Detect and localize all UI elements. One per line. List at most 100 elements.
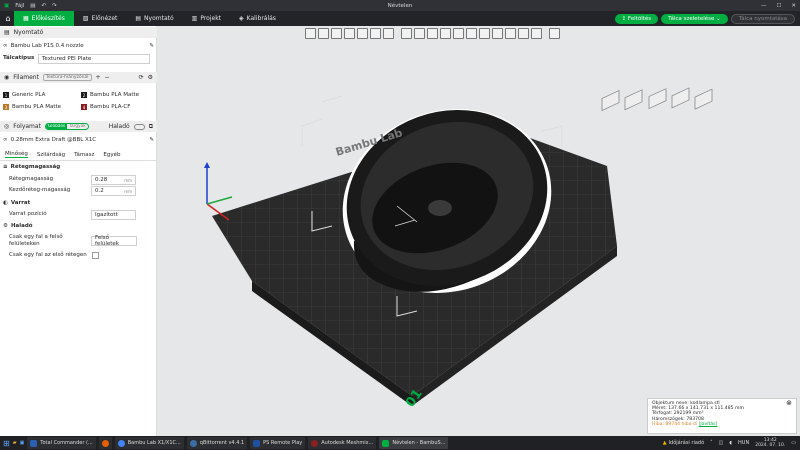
filament-color-swatch[interactable]: 3 [3, 104, 9, 110]
subtab-quality[interactable]: Minőség [5, 151, 28, 158]
taskbar-app[interactable]: PS Remote Play [250, 437, 306, 449]
close-icon[interactable]: ⊗ [786, 399, 792, 406]
first-layer-height-label: Kezdőréteg-magasság [9, 187, 71, 193]
layer-height-label: Rétegmagasság [9, 176, 54, 182]
explorer-icon[interactable]: ▣ [20, 440, 25, 446]
z-axis-arrow [204, 162, 210, 168]
add-filament-icon[interactable]: + [96, 74, 101, 81]
clock[interactable]: 13:42 2024. 07. 10. [755, 438, 785, 448]
minimize-button[interactable]: — [761, 3, 767, 9]
3d-viewport[interactable]: 01 Bambu Lab Objektum neve: kodlampa.stl… [157, 26, 800, 436]
print-plate-button[interactable]: Tálca nyomtatása [730, 13, 795, 24]
process-preset-select[interactable]: ∞ 0.28mm Extra Draft @BBL X1C ✎ [3, 137, 154, 143]
seam-icon: ◐ [3, 200, 8, 206]
tab-project[interactable]: ▥ Projekt [183, 11, 230, 26]
chain-icon: ∞ [3, 43, 8, 49]
subtab-other[interactable]: Egyéb [103, 152, 120, 158]
filament-item-3[interactable]: 3 Bambu PLA Matte [3, 104, 61, 110]
settings-gear-icon[interactable]: ⚙ [148, 74, 153, 81]
weather-alert[interactable]: ▲ Időjárási riadó [663, 440, 704, 446]
advanced-label: Haladó [108, 123, 130, 130]
advanced-icon: ⚙ [3, 223, 8, 229]
home-icon[interactable]: ⌂ [2, 13, 14, 25]
taskbar-app[interactable]: Bambu Lab X1/X1C... [114, 437, 184, 449]
filament-item-2[interactable]: 2 Bambu PLA Matte [81, 92, 139, 98]
y-axis [206, 196, 233, 205]
layer-height-input[interactable]: 0.28 mm [91, 175, 136, 185]
subtab-support[interactable]: Támasz [74, 152, 94, 158]
plate-type-select[interactable]: Textured PEI Plate [38, 54, 150, 64]
taskbar-app[interactable]: qBittorrent v4.4.1 [186, 437, 248, 449]
start-icon[interactable]: ⊞ [3, 439, 10, 448]
window-title: Névtelen [387, 2, 413, 9]
process-subtabs: Minőség Szilárdság Támasz Egyéb [5, 151, 120, 158]
printer-icon: ▤ [135, 15, 142, 22]
advanced-switch[interactable] [133, 123, 145, 130]
taskbar-app[interactable]: Autodesk Meshmix... [308, 437, 377, 449]
tab-printer[interactable]: ▤ Nyomtató [126, 11, 182, 26]
plate-lock-icon[interactable] [624, 89, 643, 111]
filament-section-header: ◉ Filament Textúra-hiányzónál + − ⟳ ⚙ [0, 72, 157, 83]
file-menu[interactable]: Fájl [15, 3, 24, 9]
layers-icon: ≡ [3, 164, 8, 170]
close-button[interactable]: ✕ [791, 3, 796, 9]
main-tab-bar: ⌂ ▦ Előkészítés ▧ Előnézet ▤ Nyomtató ▥ Proj… [0, 11, 800, 26]
filament-badge[interactable]: Textúra-hiányzónál [42, 74, 92, 81]
filament-item-1[interactable]: 1 Generic PLA [3, 92, 45, 98]
upload-button[interactable]: ⇪ Feltöltés [614, 13, 659, 24]
volume-icon[interactable]: ◖ [729, 440, 732, 446]
divider [0, 160, 157, 161]
taskbar-app-firefox[interactable] [98, 437, 112, 449]
language-indicator[interactable]: HUN [738, 440, 749, 446]
plate-orient-icon[interactable] [671, 87, 690, 109]
remove-filament-icon[interactable]: − [105, 74, 110, 81]
filament-item-4[interactable]: 4 Bambu PLA-CF [81, 104, 130, 110]
object-info-panel: Objektum neve: kodlampa.stl Méret: 137.6… [647, 398, 797, 434]
seam-position-select[interactable]: Igazított [91, 210, 136, 220]
network-icon[interactable]: ◫ [719, 440, 724, 446]
fix-link[interactable]: [Javítás] [699, 422, 718, 427]
tab-preview[interactable]: ▧ Előnézet [74, 11, 127, 26]
system-tray: ▲ Időjárási riadó ˄ ◫ ◖ HUN 13:42 2024. 07… [663, 438, 800, 448]
edit-icon[interactable]: ✎ [149, 43, 154, 49]
plate-settings-icon[interactable] [601, 89, 620, 112]
maximize-button[interactable]: ☐ [776, 3, 781, 9]
project-icon: ▥ [191, 15, 198, 22]
taskbar-app[interactable]: Total Commander (... [27, 437, 96, 449]
compare-icon[interactable]: ⧉ [149, 123, 153, 131]
filament-color-swatch[interactable]: 4 [81, 104, 87, 110]
printer-section-header: ▤ Nyomtató [0, 27, 157, 38]
tab-prepare[interactable]: ▦ Előkészítés [14, 11, 74, 26]
warning-icon: ▲ [662, 440, 667, 446]
build-plate-scene[interactable]: 01 Bambu Lab [157, 26, 800, 436]
app-logo-icon: ▣ [4, 2, 10, 9]
filament-color-swatch[interactable]: 2 [81, 92, 87, 98]
tray-chevron-icon[interactable]: ˄ [710, 440, 713, 446]
global-toggle[interactable]: Globális Tárgyak [44, 123, 89, 130]
plate-delete-icon[interactable] [694, 88, 713, 110]
edit-icon[interactable]: ✎ [149, 137, 154, 143]
sync-icon[interactable]: ⟳ [139, 74, 144, 81]
filament-color-swatch[interactable]: 1 [3, 92, 9, 98]
plate-arrange-icon[interactable] [648, 88, 667, 110]
title-bar: ▣ Fájl ▤ ↶ ↷ Névtelen — ☐ ✕ [0, 0, 800, 11]
only-one-wall-first-checkbox[interactable] [92, 252, 99, 259]
only-one-wall-first-label: Csak egy fal az első rétegen [9, 252, 87, 258]
plate-controls [601, 87, 713, 112]
only-one-wall-top-select[interactable]: Felső felületek [91, 235, 137, 247]
taskbar-app-active[interactable]: Névtelen - BambuS... [379, 437, 449, 449]
windows-taskbar: ⊞ ▰ ▣ Total Commander (... Bambu Lab X1/… [0, 436, 800, 450]
subtab-strength[interactable]: Szilárdság [37, 152, 65, 158]
redo-icon[interactable]: ↷ [52, 3, 57, 9]
calibration-icon: ◈ [239, 15, 244, 22]
printer-select[interactable]: ∞ Bambu Lab P1S 0.4 nozzle ✎ [3, 43, 154, 49]
seam-position-label: Varrat pozíció [9, 211, 47, 217]
tab-calibration[interactable]: ◈ Kalibrálás [230, 11, 285, 26]
notification-icon[interactable]: ▭ [791, 440, 796, 446]
undo-icon[interactable]: ↶ [42, 3, 47, 9]
slice-plate-button[interactable]: Tálca szeletelése ⌄ [661, 13, 728, 24]
file-explorer-icon[interactable]: ▰ [13, 440, 17, 446]
save-icon[interactable]: ▤ [30, 3, 35, 9]
process-icon: ◎ [4, 123, 10, 130]
first-layer-height-input[interactable]: 0.2 mm [91, 186, 136, 196]
